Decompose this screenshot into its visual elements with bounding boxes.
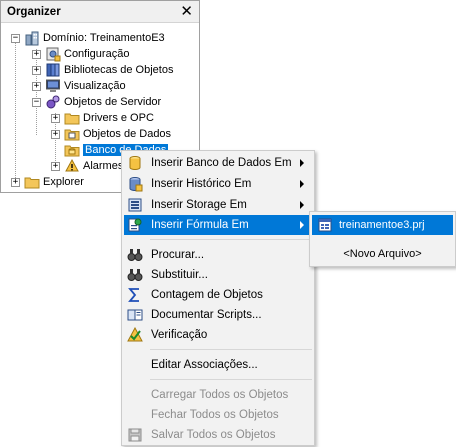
- menu-item-carregar-todos[interactable]: Carregar Todos os Objetos: [124, 385, 312, 405]
- storage-icon: [128, 198, 142, 212]
- menu-item-salvar-todos[interactable]: Salvar Todos os Objetos: [124, 425, 312, 445]
- tree-label: Configuração: [64, 48, 130, 60]
- menu-item-label: Documentar Scripts...: [151, 309, 262, 321]
- replace-icon: [127, 269, 143, 281]
- close-icon[interactable]: ✕: [180, 4, 193, 19]
- menu-item-label: Fechar Todos os Objetos: [151, 409, 279, 421]
- submenu-item-project-file[interactable]: treinamentoe3.prj: [312, 215, 453, 235]
- expand-icon[interactable]: +: [32, 65, 41, 75]
- tree-label: Domínio: TreinamentoE3: [43, 32, 165, 44]
- submenu-arrow-icon: [300, 180, 304, 188]
- menu-item-label: Verificação: [151, 329, 208, 341]
- menu-separator: [150, 349, 312, 350]
- project-file-icon: [318, 218, 332, 232]
- menu-item-inserir-historico[interactable]: Inserir Histórico Em: [124, 174, 312, 194]
- menu-item-label: Inserir Fórmula Em: [151, 219, 249, 231]
- library-icon: [46, 63, 60, 77]
- tree-node-explorer[interactable]: + Explorer: [11, 174, 84, 190]
- database-folder-icon: [64, 145, 80, 157]
- tree-node-bibliotecas[interactable]: + Bibliotecas de Objetos: [32, 62, 173, 78]
- menu-item-label: Substituir...: [151, 269, 208, 281]
- expand-icon[interactable]: +: [51, 129, 60, 139]
- tree-label: Visualização: [64, 80, 126, 92]
- menu-item-label: Editar Associações...: [151, 359, 258, 371]
- config-icon: [46, 47, 61, 62]
- check-icon: [127, 327, 143, 342]
- expand-icon[interactable]: +: [11, 177, 20, 187]
- menu-separator: [150, 379, 312, 380]
- empty-icon-slot: [127, 357, 143, 373]
- server-objects-icon: [46, 95, 60, 109]
- menu-item-contagem[interactable]: Contagem de Objetos: [124, 285, 312, 305]
- collapse-icon[interactable]: −: [32, 97, 41, 107]
- document-icon: [127, 309, 143, 321]
- expand-icon[interactable]: +: [51, 161, 60, 171]
- tree-label: Objetos de Servidor: [64, 96, 162, 108]
- history-icon: [129, 177, 143, 192]
- menu-item-inserir-banco-dados[interactable]: Inserir Banco de Dados Em: [124, 153, 312, 173]
- tree-node-configuracao[interactable]: + Configuração: [32, 46, 129, 62]
- folder-icon: [64, 113, 80, 125]
- tree-label: Bibliotecas de Objetos: [64, 64, 174, 76]
- empty-icon-slot: [127, 387, 143, 403]
- context-menu: Inserir Banco de Dados Em Inserir Histór…: [121, 150, 315, 446]
- menu-item-documentar[interactable]: Documentar Scripts...: [124, 305, 312, 325]
- submenu-formula: treinamentoe3.prj <Novo Arquivo>: [309, 211, 456, 267]
- menu-item-inserir-storage[interactable]: Inserir Storage Em: [124, 195, 312, 215]
- empty-icon-slot: [127, 407, 143, 423]
- sigma-icon: [128, 288, 139, 302]
- data-objects-folder-icon: [64, 129, 80, 141]
- submenu-item-label: treinamentoe3.prj: [339, 219, 425, 231]
- monitor-icon: [46, 79, 60, 92]
- submenu-item-label: <Novo Arquivo>: [343, 248, 422, 260]
- menu-item-label: Procurar...: [151, 249, 205, 261]
- tree-label: Alarmes: [83, 160, 124, 172]
- menu-item-inserir-formula[interactable]: Inserir Fórmula Em: [124, 215, 312, 235]
- menu-item-label: Contagem de Objetos: [151, 289, 263, 301]
- tree-node-objetos-servidor[interactable]: − Objetos de Servidor: [32, 94, 161, 110]
- organizer-header: Organizer ✕: [1, 1, 199, 23]
- tree-node-domain[interactable]: − Domínio: TreinamentoE3: [11, 30, 165, 46]
- submenu-arrow-icon: [300, 221, 304, 229]
- tree-label: Explorer: [43, 176, 84, 188]
- submenu-arrow-icon: [300, 159, 304, 167]
- tree-label: Drivers e OPC: [83, 112, 154, 124]
- menu-item-label: Inserir Storage Em: [151, 199, 247, 211]
- menu-item-label: Salvar Todos os Objetos: [151, 429, 276, 441]
- expand-icon[interactable]: +: [32, 49, 41, 59]
- binoculars-icon: [127, 249, 143, 261]
- expand-icon[interactable]: +: [51, 113, 60, 123]
- submenu-item-novo-arquivo[interactable]: <Novo Arquivo>: [312, 244, 453, 264]
- collapse-icon[interactable]: −: [11, 33, 20, 43]
- tree-node-objetos-dados[interactable]: + Objetos de Dados: [51, 126, 171, 142]
- tree-node-visualizacao[interactable]: + Visualização: [32, 78, 126, 94]
- menu-item-fechar-todos[interactable]: Fechar Todos os Objetos: [124, 405, 312, 425]
- tree-label: Objetos de Dados: [83, 128, 172, 140]
- tree-node-drivers[interactable]: + Drivers e OPC: [51, 110, 154, 126]
- menu-item-substituir[interactable]: Substituir...: [124, 265, 312, 285]
- formula-icon: [128, 218, 142, 232]
- menu-item-procurar[interactable]: Procurar...: [124, 245, 312, 265]
- folder-icon: [24, 177, 40, 189]
- expand-icon[interactable]: +: [32, 81, 41, 91]
- organizer-title: Organizer: [7, 5, 61, 18]
- menu-item-label: Inserir Banco de Dados Em: [151, 157, 292, 169]
- menu-item-verificacao[interactable]: Verificação: [124, 325, 312, 345]
- alarm-icon: [65, 158, 79, 172]
- tree-node-alarmes[interactable]: + Alarmes: [51, 158, 123, 174]
- submenu-arrow-icon: [300, 201, 304, 209]
- menu-item-label: Inserir Histórico Em: [151, 178, 252, 190]
- menu-item-label: Carregar Todos os Objetos: [151, 389, 289, 401]
- menu-item-editar-associacoes[interactable]: Editar Associações...: [124, 355, 312, 375]
- save-icon: [128, 428, 142, 442]
- domain-icon: [25, 31, 39, 46]
- database-icon: [129, 156, 141, 170]
- menu-separator: [150, 239, 312, 240]
